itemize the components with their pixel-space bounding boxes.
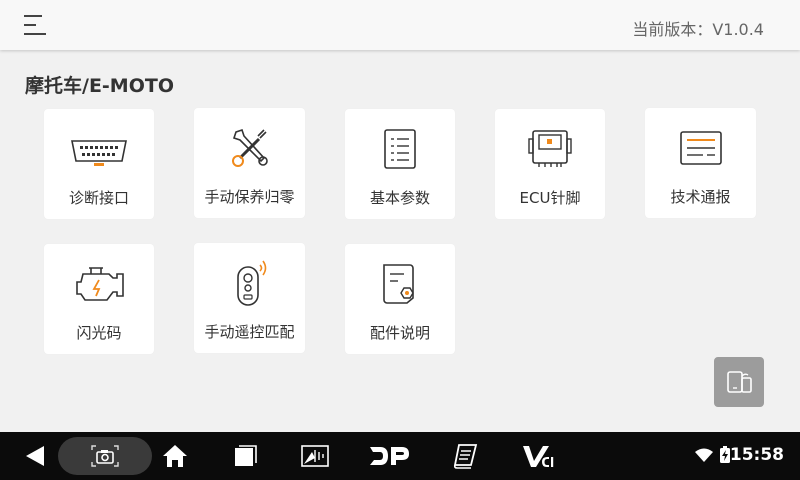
engine-icon [76, 267, 124, 301]
obd-connector-icon [71, 140, 127, 166]
home-button[interactable] [160, 432, 190, 480]
screenshot-camera-icon [91, 445, 119, 467]
tile-label: 闪光码 [76, 324, 122, 342]
image-viewer-icon [301, 445, 329, 467]
dp-logo-icon [370, 447, 409, 465]
back-triangle-icon [26, 446, 44, 466]
back-button[interactable] [18, 432, 52, 480]
list-document-icon [384, 129, 416, 169]
bulletin-icon [679, 131, 722, 165]
manual-book-icon [453, 444, 478, 469]
tile-flash-code[interactable]: 闪光码 [44, 244, 154, 354]
tile-label: 配件说明 [369, 324, 430, 342]
dp-app-button[interactable] [366, 432, 412, 480]
system-navigation-bar: 15:58 [0, 432, 800, 480]
section-title: 摩托车/E-MOTO [25, 75, 174, 97]
recent-apps-button[interactable] [230, 432, 260, 480]
switch-view-button[interactable] [714, 357, 764, 407]
tile-label: 技术通报 [670, 188, 731, 206]
tile-ecu-pins[interactable]: ECU针脚 [495, 109, 605, 219]
parts-document-icon [383, 264, 414, 304]
status-icons [695, 446, 731, 464]
tile-label: 手动遥控匹配 [204, 323, 295, 341]
top-bar: 当前版本：V1.0.4 [0, 0, 800, 50]
tools-icon [231, 128, 268, 167]
tile-label: ECU针脚 [519, 189, 581, 207]
tile-label: 诊断接口 [68, 189, 129, 207]
tile-label: 基本参数 [369, 189, 430, 207]
clock: 15:58 [729, 445, 784, 465]
remote-key-icon [236, 260, 266, 306]
home-icon [163, 445, 187, 467]
vci-button[interactable] [520, 432, 560, 480]
wifi-icon [695, 448, 713, 462]
vci-logo-icon [523, 446, 554, 467]
version-label: 当前版本：V1.0.4 [632, 20, 764, 39]
manual-book-button[interactable] [450, 432, 480, 480]
tile-basic-parameters[interactable]: 基本参数 [345, 109, 455, 219]
device-switch-icon [727, 371, 752, 393]
image-viewer-button[interactable] [298, 432, 332, 480]
tile-parts-description[interactable]: 配件说明 [345, 244, 455, 354]
tile-manual-maintenance-reset[interactable]: 手动保养归零 [194, 108, 305, 218]
screenshot-button[interactable] [86, 432, 124, 480]
menu-icon[interactable] [24, 14, 48, 36]
tile-label: 手动保养归零 [204, 188, 295, 206]
tile-diagnostic-interface[interactable]: 诊断接口 [44, 109, 154, 219]
tile-manual-remote-matching[interactable]: 手动遥控匹配 [194, 243, 305, 353]
tile-technical-bulletin[interactable]: 技术通报 [645, 108, 756, 218]
ecu-chip-icon [528, 130, 572, 167]
recent-apps-icon [235, 445, 257, 466]
